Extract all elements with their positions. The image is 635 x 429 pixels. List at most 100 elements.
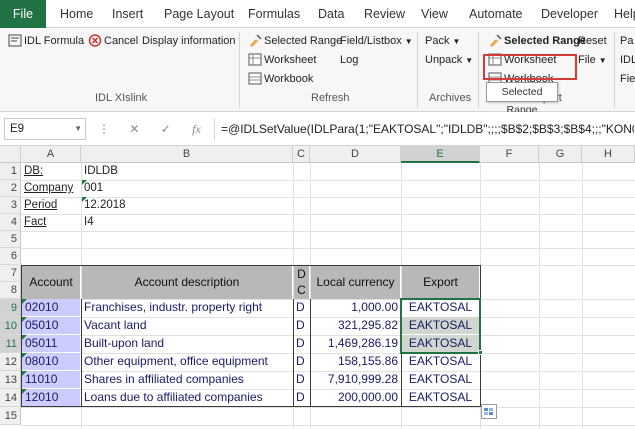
header-local-currency[interactable]: Local currency — [311, 265, 400, 299]
field-listbox-button[interactable]: Field/Listbox ▼ — [340, 32, 413, 50]
column-header-c[interactable]: C — [293, 146, 310, 163]
select-all-corner[interactable] — [0, 146, 21, 163]
tab-home[interactable]: Home — [60, 0, 93, 28]
row-header[interactable]: 12 — [0, 353, 21, 371]
description-cell[interactable]: Built-upon land — [84, 335, 292, 352]
export-cell[interactable]: EAKTOSAL — [402, 299, 479, 316]
fill-handle[interactable] — [478, 350, 483, 355]
param-value-company[interactable]: 001 — [84, 180, 284, 197]
param-label-period[interactable]: Period — [24, 197, 80, 214]
confirm-entry-icon[interactable]: ✓ — [161, 122, 171, 136]
cutoff-button-pa[interactable]: Pa — [620, 32, 633, 50]
name-box[interactable]: E9 ▼ — [4, 118, 86, 140]
row-header[interactable]: 3 — [0, 197, 21, 214]
tab-insert[interactable]: Insert — [112, 0, 143, 28]
unpack-button[interactable]: Unpack ▼ — [425, 51, 473, 69]
param-value-fact[interactable]: I4 — [84, 214, 284, 231]
amount-cell[interactable]: 1,469,286.19 — [311, 335, 398, 352]
amount-cell[interactable]: 1,000.00 — [311, 299, 398, 316]
tab-review[interactable]: Review — [364, 0, 405, 28]
row-header[interactable]: 8 — [0, 282, 21, 299]
tab-file[interactable]: File — [0, 0, 46, 28]
amount-cell[interactable]: 7,910,999.28 — [311, 371, 398, 388]
row-header[interactable]: 7 — [0, 265, 21, 282]
column-header-b[interactable]: B — [81, 146, 293, 163]
amount-cell[interactable]: 200,000.00 — [311, 389, 398, 406]
cutoff-button-idl[interactable]: IDL — [620, 51, 635, 69]
row-header[interactable]: 14 — [0, 389, 21, 407]
column-header-e[interactable]: E — [401, 146, 480, 163]
tab-data[interactable]: Data — [318, 0, 344, 28]
description-cell[interactable]: Other equipment, office equipment — [84, 353, 292, 370]
row-header[interactable]: 13 — [0, 371, 21, 389]
account-cell[interactable]: 12010 — [22, 389, 80, 406]
row-header[interactable]: 4 — [0, 214, 21, 231]
param-label-company[interactable]: Company — [24, 180, 80, 197]
export-cell[interactable]: EAKTOSAL — [402, 335, 479, 352]
refresh-workbook-button[interactable]: Workbook — [248, 70, 313, 88]
export-selected-range-button[interactable]: Selected Range — [488, 32, 586, 50]
tab-help[interactable]: Help — [614, 0, 635, 28]
description-cell[interactable]: Shares in affiliated companies — [84, 371, 292, 388]
refresh-selected-range-button[interactable]: Selected Range — [248, 32, 342, 50]
file-menu-button[interactable]: File ▼ — [578, 51, 607, 69]
insert-function-icon[interactable]: fx — [192, 122, 201, 136]
row-header[interactable]: 5 — [0, 231, 21, 248]
idl-formula-button[interactable]: IDL Formula — [8, 32, 84, 50]
pack-button[interactable]: Pack ▼ — [425, 32, 460, 50]
column-header-d[interactable]: D — [310, 146, 401, 163]
row-header[interactable]: 9 — [0, 299, 21, 317]
log-button[interactable]: Log — [340, 51, 358, 69]
account-cell[interactable]: 11010 — [22, 371, 80, 388]
row-header[interactable]: 11 — [0, 335, 21, 353]
account-cell[interactable]: 08010 — [22, 353, 80, 370]
header-account[interactable]: Account — [22, 265, 80, 299]
refresh-worksheet-button[interactable]: Worksheet — [248, 51, 316, 69]
chevron-down-icon[interactable]: ▼ — [74, 119, 82, 139]
header-dc[interactable]: D C — [294, 265, 309, 299]
dc-cell[interactable]: D — [296, 353, 309, 370]
cancel-entry-icon[interactable]: ✕ — [129, 122, 139, 136]
param-label-db[interactable]: DB: — [24, 163, 80, 180]
column-header-a[interactable]: A — [21, 146, 81, 163]
cutoff-button-fie[interactable]: Fie — [620, 70, 635, 88]
column-header-g[interactable]: G — [539, 146, 582, 163]
export-cell[interactable]: EAKTOSAL — [402, 389, 479, 406]
row-header[interactable]: 2 — [0, 180, 21, 197]
account-cell[interactable]: 05010 — [22, 317, 80, 334]
tab-automate[interactable]: Automate — [469, 0, 523, 28]
export-cell[interactable]: EAKTOSAL — [402, 371, 479, 388]
display-information-button[interactable]: Display information — [142, 32, 236, 50]
export-cell[interactable]: EAKTOSAL — [402, 317, 479, 334]
param-label-fact[interactable]: Fact — [24, 214, 80, 231]
dc-cell[interactable]: D — [296, 299, 309, 316]
row-header[interactable]: 10 — [0, 317, 21, 335]
dc-cell[interactable]: D — [296, 335, 309, 352]
description-cell[interactable]: Franchises, industr. property right — [84, 299, 292, 316]
tab-formulas[interactable]: Formulas — [248, 0, 300, 28]
description-cell[interactable]: Vacant land — [84, 317, 292, 334]
dc-cell[interactable]: D — [296, 389, 309, 406]
account-cell[interactable]: 05011 — [22, 335, 80, 352]
header-export[interactable]: Export — [402, 265, 479, 299]
cancel-button[interactable]: Cancel — [88, 32, 138, 50]
amount-cell[interactable]: 158,155.86 — [311, 353, 398, 370]
dc-cell[interactable]: D — [296, 371, 309, 388]
quick-analysis-button[interactable] — [481, 404, 497, 419]
tab-page-layout[interactable]: Page Layout — [164, 0, 234, 28]
dc-cell[interactable]: D — [296, 317, 309, 334]
description-cell[interactable]: Loans due to affiliated companies — [84, 389, 292, 406]
param-value-db[interactable]: IDLDB — [84, 163, 284, 180]
row-header[interactable]: 6 — [0, 248, 21, 265]
export-cell[interactable]: EAKTOSAL — [402, 353, 479, 370]
spreadsheet-grid[interactable]: A B C D E F G H 1 2 3 4 5 6 7 8 9 10 11 … — [0, 146, 635, 429]
row-header[interactable]: 1 — [0, 163, 21, 180]
formula-input[interactable]: =@IDLSetValue(IDLPara(1;"EAKTOSAL";"IDLD… — [214, 118, 634, 140]
amount-cell[interactable]: 321,295.82 — [311, 317, 398, 334]
header-account-description[interactable]: Account description — [82, 265, 292, 299]
row-header[interactable]: 15 — [0, 407, 21, 425]
tab-view[interactable]: View — [421, 0, 448, 28]
account-cell[interactable]: 02010 — [22, 299, 80, 316]
reset-button[interactable]: Reset — [578, 32, 607, 50]
column-header-f[interactable]: F — [480, 146, 539, 163]
